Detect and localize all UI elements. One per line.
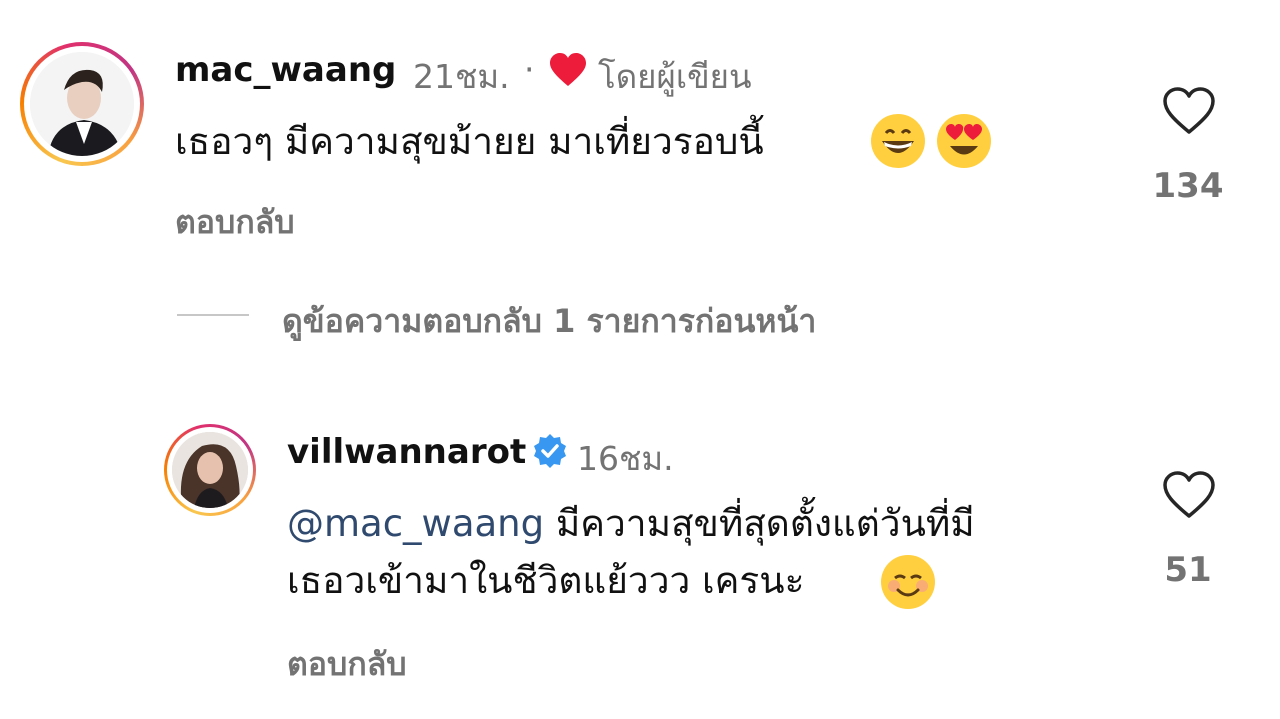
comment-time: 21ชม. xyxy=(413,57,510,96)
replies-divider xyxy=(177,314,249,316)
reply-time: 16ชม. xyxy=(577,439,674,478)
reply-button[interactable]: ตอบกลับ xyxy=(175,197,295,248)
reply-like-count: 51 xyxy=(1164,550,1212,590)
like-heart-icon[interactable] xyxy=(1162,86,1216,136)
smiling-face-emoji xyxy=(880,554,936,610)
meta-separator: · xyxy=(524,50,535,89)
red-heart-icon xyxy=(549,53,587,87)
avatar-ring-mac-waang[interactable] xyxy=(20,42,144,166)
heart-eyes-emoji xyxy=(936,113,992,169)
comment-username[interactable]: mac_waang xyxy=(175,50,396,90)
avatar-ring-villwannarot[interactable] xyxy=(164,424,256,516)
comment-text: เธอวๆ มีความสุขม้ายย มาเที่ยวรอบนี้ xyxy=(175,118,764,166)
liked-by-author-label: โดยผู้เขียน xyxy=(598,57,752,96)
avatar-villwannarot xyxy=(172,432,248,508)
mention-link[interactable]: @mac_waang xyxy=(287,502,544,545)
reply-body-line2: เธอวเข้ามาในชีวิตแย้ววว เครนะ xyxy=(287,559,805,602)
view-previous-replies-button[interactable]: ดูข้อความตอบกลับ 1 รายการก่อนหน้า xyxy=(282,296,816,347)
reply-username[interactable]: villwannarot xyxy=(287,432,526,472)
verified-badge-icon xyxy=(532,433,568,469)
reply-text-line1: @mac_waang มีความสุขที่สุดตั้งแต่วันที่ม… xyxy=(287,500,975,548)
reply-like-heart-icon[interactable] xyxy=(1162,470,1216,520)
reply-body-line1: มีความสุขที่สุดตั้งแต่วันที่มี xyxy=(555,502,975,545)
like-count: 134 xyxy=(1152,166,1224,206)
reply-reply-button[interactable]: ตอบกลับ xyxy=(287,639,407,690)
comment-body: เธอวๆ มีความสุขม้ายย มาเที่ยวรอบนี้ xyxy=(175,120,764,163)
avatar-mac-waang xyxy=(30,52,134,156)
reply-text-line2: เธอวเข้ามาในชีวิตแย้ววว เครนะ xyxy=(287,557,804,605)
grinning-face-emoji xyxy=(870,113,926,169)
